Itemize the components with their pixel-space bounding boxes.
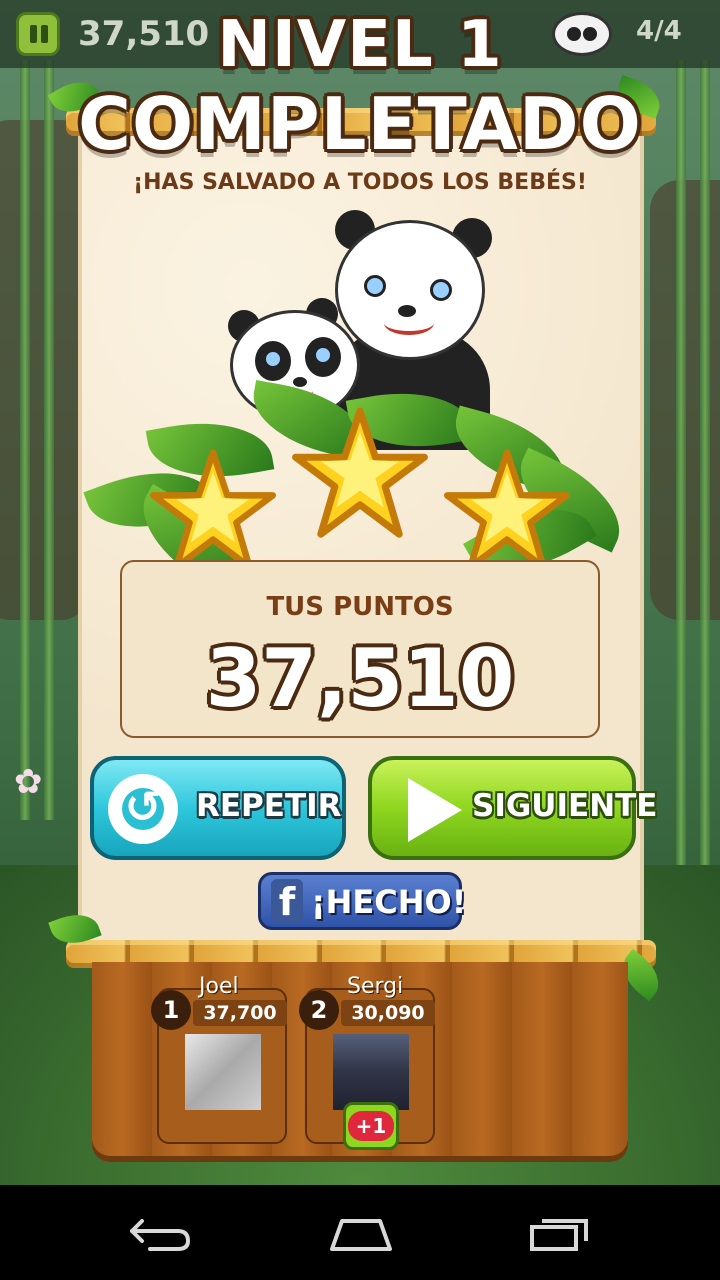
panda-mother-head — [335, 220, 485, 360]
star-icon — [442, 446, 572, 576]
subtitle: ¡HAS SALVADO A TODOS LOS BEBÉS! — [133, 170, 587, 195]
send-life-button[interactable]: +1 — [343, 1102, 399, 1150]
heart-icon: +1 — [348, 1111, 394, 1141]
panda-eye — [364, 275, 386, 297]
repeat-label: REPETIR — [196, 788, 342, 824]
flower-icon: ✿ — [14, 762, 43, 802]
friend-avatar — [333, 1034, 409, 1110]
score-value: 37,510 — [205, 632, 515, 725]
system-nav-bar — [0, 1185, 720, 1280]
star-icon — [290, 404, 430, 544]
friend-name: Sergi — [347, 974, 404, 999]
repeat-button[interactable]: ↺ REPETIR — [90, 756, 346, 860]
back-icon[interactable] — [128, 1215, 192, 1251]
facebook-share-button[interactable]: f ¡HECHO! — [258, 872, 466, 930]
leaderboard-entry[interactable]: Sergi 2 30,090 +1 — [299, 974, 435, 1150]
home-icon[interactable] — [326, 1215, 396, 1251]
facebook-label: ¡HECHO! — [311, 883, 467, 921]
score-box: TUS PUNTOS 37,510 — [120, 560, 600, 738]
next-label: SIGUIENTE — [472, 788, 658, 824]
recent-apps-icon[interactable] — [528, 1215, 592, 1251]
completed-title: COMPLETADO — [78, 82, 642, 166]
friend-score: 30,090 — [341, 1000, 435, 1026]
play-icon — [408, 778, 462, 842]
friend-avatar — [185, 1034, 261, 1110]
panda-eye — [263, 349, 283, 369]
facebook-icon: f — [271, 879, 303, 924]
friend-name: Joel — [199, 974, 239, 999]
panda-eye — [430, 279, 452, 301]
panda-eye — [313, 345, 333, 365]
replay-icon: ↺ — [108, 774, 178, 844]
panda-mouth — [384, 311, 434, 335]
score-label: TUS PUNTOS — [266, 592, 454, 622]
rank-badge: 2 — [299, 990, 339, 1030]
friend-score: 37,700 — [193, 1000, 287, 1026]
star-icon — [148, 446, 278, 576]
leaderboard-entry[interactable]: Joel 1 37,700 — [151, 974, 287, 1144]
rank-badge: 1 — [151, 990, 191, 1030]
next-button[interactable]: SIGUIENTE — [368, 756, 657, 860]
level-title: NIVEL 1 — [217, 8, 503, 82]
